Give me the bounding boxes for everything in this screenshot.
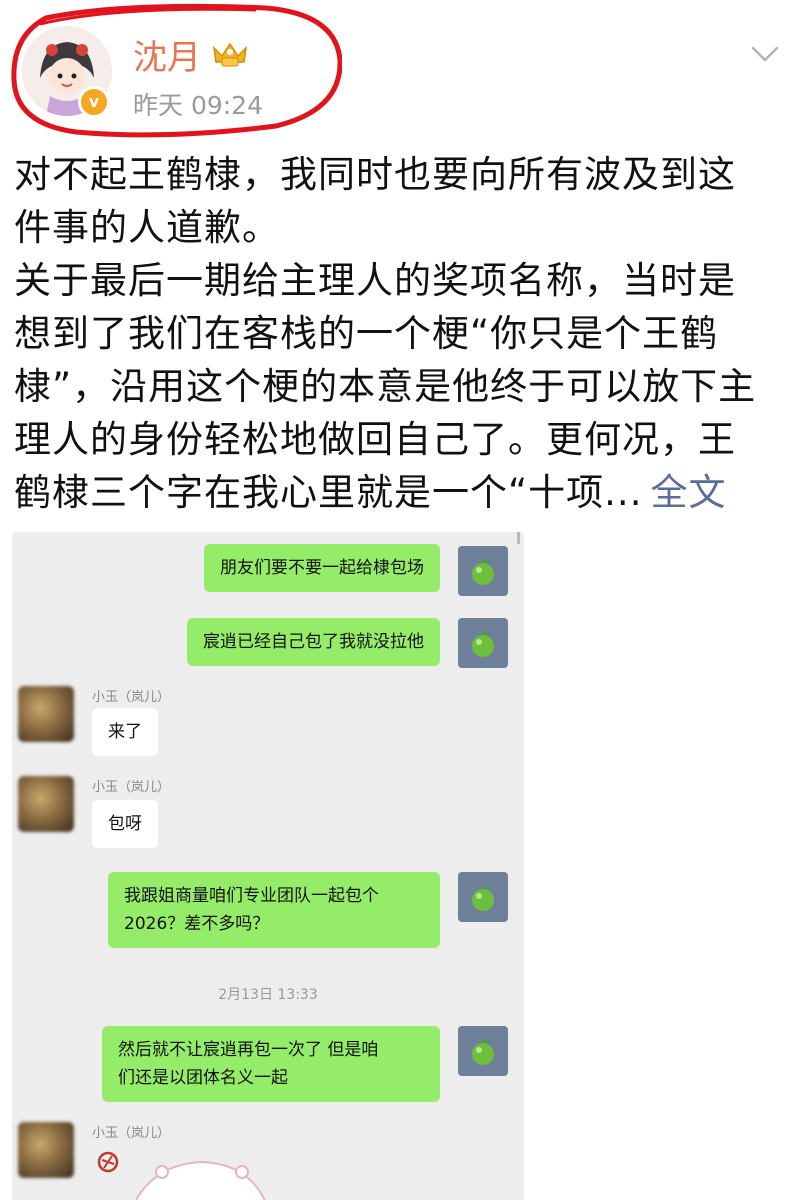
post-line-last: 鹤棣三个字在我心里就是一个“十项... 全文 [14,466,782,519]
post-header: v 沈月 昨天 09:24 [0,0,792,140]
bubble-line: 们还是以团体名义一起 [118,1068,288,1088]
chevron-down-icon[interactable] [750,44,780,64]
chat-screenshot-image[interactable]: 朋友们要不要一起给棣包场 宸逍已经自己包了我就没拉他 小玉（岚儿） 来了 小玉（… [12,532,524,1200]
bubble-line: 然后就不让宸逍再包一次了 但是咱 [118,1040,379,1060]
chat-timestamp: 2月13日 13:33 [218,987,318,1003]
sender-name: 小玉（岚儿） [92,690,171,705]
apple-avatar-icon [458,1026,508,1076]
chat-bubble-me: 我跟姐商量咱们专业团队一起包个 2026？差不多吗？ [108,872,440,948]
vip-crown-icon[interactable] [208,38,252,68]
chat-bubble-me: 宸逍已经自己包了我就没拉他 [187,618,440,666]
bubble-line: 2026？差不多吗？ [124,914,270,934]
sticker-image [97,1151,266,1200]
sender-name: 小玉（岚儿） [92,780,171,795]
apple-avatar-icon [458,546,508,596]
chat-bubble-me: 朋友们要不要一起给棣包场 [204,544,440,592]
apple-avatar-icon [458,872,508,922]
post-line: 棣”，沿用这个梗的本意是他终于可以放下主 [14,365,757,408]
contact-avatar [18,776,74,832]
post-time: 昨天 09:24 [133,91,263,120]
bubble-line: 我跟姐商量咱们专业团队一起包个 [124,886,379,906]
post-line: 关于最后一期给主理人的奖项名称，当时是 [14,259,736,302]
chat-bubble-them: 包呀 [92,800,158,848]
post-line-text: 鹤棣三个字在我心里就是一个“十项... [14,471,643,514]
post-body: 对不起王鹤棣，我同时也要向所有波及到这 件事的人道歉。 关于最后一期给主理人的奖… [14,148,782,519]
post-author[interactable]: 沈月 [133,30,201,79]
contact-avatar [18,686,74,742]
chat-bubble-them: 来了 [92,708,158,756]
full-text-link[interactable]: 全文 [650,471,726,514]
verified-badge-icon: v [78,86,110,118]
post-line: 想到了我们在客栈的一个梗“你只是个王鹤 [14,312,719,355]
chat-bubble-me: 然后就不让宸逍再包一次了 但是咱 们还是以团体名义一起 [102,1026,440,1102]
post-line: 理人的身份轻松地做回自己了。更何况，王 [14,418,736,461]
apple-avatar-icon [458,618,508,668]
post-line: 件事的人道歉。 [14,206,280,249]
scroll-indicator [517,532,520,544]
post-line: 对不起王鹤棣，我同时也要向所有波及到这 [14,153,736,196]
contact-avatar [18,1122,74,1178]
